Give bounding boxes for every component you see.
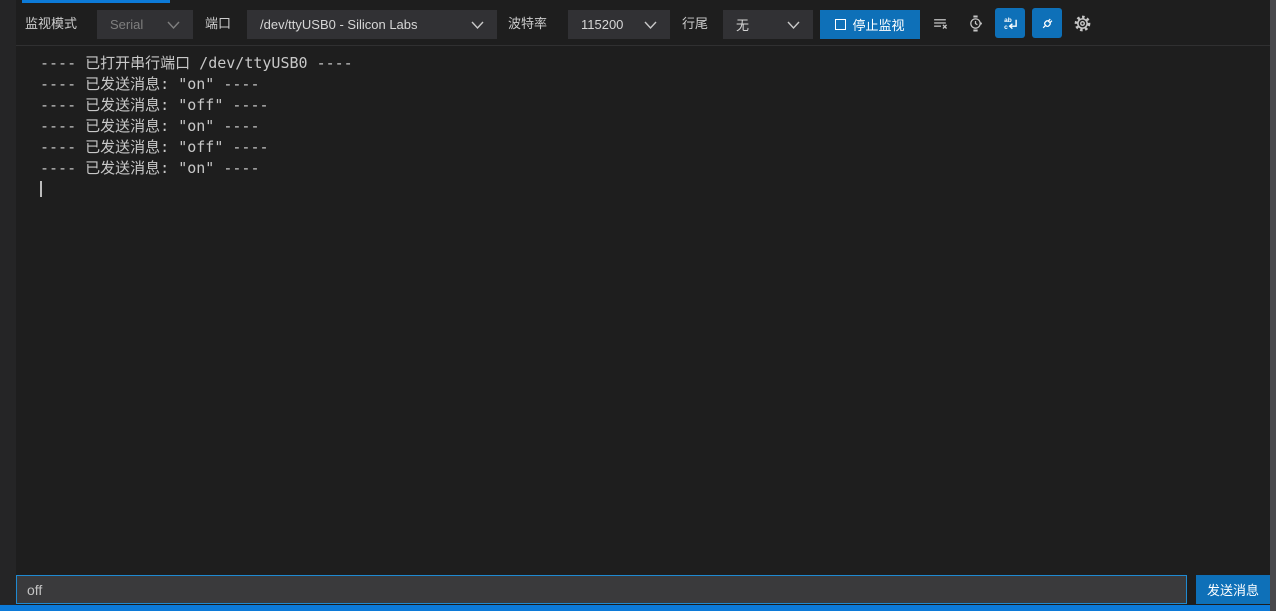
terminal-line: ---- 已发送消息: "on" ----: [40, 116, 1270, 137]
terminal-line: ---- 已发送消息: "on" ----: [40, 158, 1270, 179]
stop-button-label: 停止监视: [852, 15, 904, 34]
svg-text:ab: ab: [1004, 17, 1012, 24]
send-message-button[interactable]: 发送消息: [1196, 575, 1270, 604]
line-ending-select[interactable]: 无: [723, 10, 813, 39]
monitor-mode-select[interactable]: Serial: [97, 10, 193, 39]
clear-all-icon: [932, 15, 949, 32]
port-value: /dev/ttyUSB0 - Silicon Labs: [260, 17, 418, 32]
panel-left-edge: [0, 0, 16, 611]
text-return-icon: ab c: [1002, 15, 1019, 32]
port-label: 端口: [205, 0, 231, 45]
timestamp-button[interactable]: [963, 11, 987, 35]
chevron-down-icon: [166, 19, 181, 31]
terminal-cursor-line: [40, 179, 1270, 200]
terminal-cursor: [40, 181, 42, 197]
chevron-down-icon: [786, 19, 801, 31]
svg-text:c: c: [1004, 24, 1008, 31]
port-select[interactable]: /dev/ttyUSB0 - Silicon Labs: [247, 10, 497, 39]
line-ending-label: 行尾: [682, 0, 708, 45]
terminal-line: ---- 已发送消息: "off" ----: [40, 95, 1270, 116]
serial-monitor-panel: 监视模式 Serial 端口 /dev/ttyUSB0 - Silicon La…: [0, 0, 1276, 611]
monitor-mode-value: Serial: [110, 17, 143, 32]
panel-focus-bar: [0, 605, 1276, 611]
terminal-line: ---- 已发送消息: "on" ----: [40, 74, 1270, 95]
clear-output-button[interactable]: [928, 11, 952, 35]
terminal-output[interactable]: ---- 已打开串行端口 /dev/ttyUSB0 -------- 已发送消息…: [16, 46, 1270, 556]
chevron-down-icon: [643, 19, 658, 31]
stop-icon: [835, 19, 846, 30]
newline-mode-toggle-button[interactable]: ab c: [995, 8, 1025, 38]
connection-toggle-button[interactable]: [1032, 8, 1062, 38]
terminal-line: ---- 已打开串行端口 /dev/ttyUSB0 ----: [40, 53, 1270, 74]
panel-scrollbar[interactable]: [1270, 0, 1276, 611]
message-input[interactable]: [16, 575, 1187, 604]
plug-icon: [1039, 15, 1056, 32]
terminal-line: ---- 已发送消息: "off" ----: [40, 137, 1270, 158]
toolbar: 监视模式 Serial 端口 /dev/ttyUSB0 - Silicon La…: [0, 0, 1270, 45]
watch-icon: [967, 15, 984, 32]
line-ending-value: 无: [736, 15, 749, 34]
settings-button[interactable]: [1070, 11, 1094, 35]
gear-icon: [1073, 14, 1092, 33]
chevron-down-icon: [470, 19, 485, 31]
monitor-mode-label: 监视模式: [25, 0, 77, 45]
baud-rate-select[interactable]: 115200: [568, 10, 670, 39]
baud-rate-label: 波特率: [508, 0, 547, 45]
baud-rate-value: 115200: [581, 17, 623, 32]
stop-monitor-button[interactable]: 停止监视: [820, 10, 920, 39]
